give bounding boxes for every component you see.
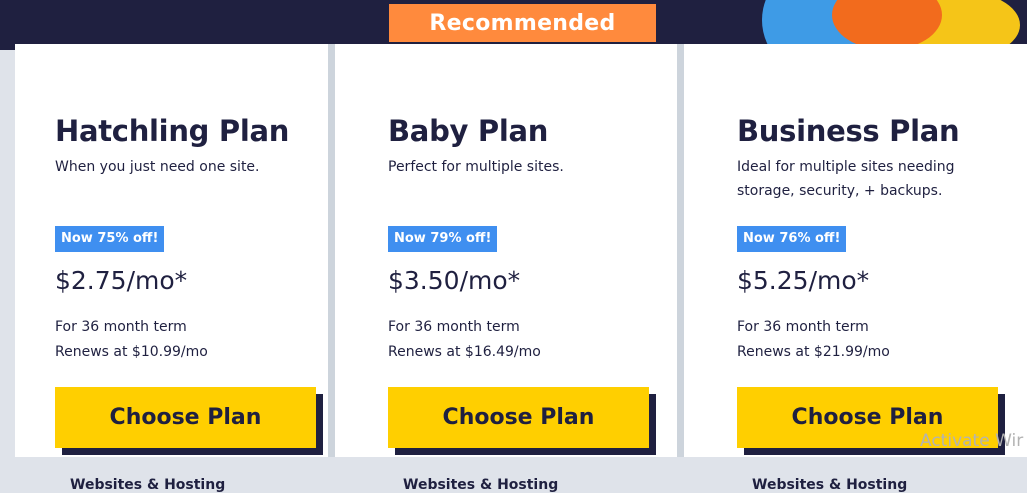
features-heading: Websites & Hosting: [752, 477, 908, 493]
mascot-illustration: [740, 0, 1027, 50]
plan-price: $3.50/mo*: [388, 266, 521, 295]
plan-card-hatchling: Hatchling Plan When you just need one si…: [15, 44, 328, 493]
plan-card-baby: Baby Plan Perfect for multiple sites. No…: [335, 44, 677, 493]
plan-price: $5.25/mo*: [737, 266, 870, 295]
choose-plan-button-baby[interactable]: Choose Plan: [388, 387, 649, 448]
plan-renewal: Renews at $10.99/mo: [55, 344, 208, 360]
plan-renewal: Renews at $21.99/mo: [737, 344, 890, 360]
windows-activation-watermark: Activate Wir: [920, 431, 1024, 451]
plan-title: Business Plan: [737, 114, 960, 148]
plan-term: For 36 month term: [388, 319, 520, 335]
plan-description: When you just need one site.: [55, 159, 260, 175]
plan-term: For 36 month term: [737, 319, 869, 335]
plan-price: $2.75/mo*: [55, 266, 188, 295]
plan-description: Ideal for multiple sites needing storage…: [737, 159, 955, 199]
discount-badge: Now 76% off!: [737, 226, 847, 252]
card-divider: [328, 44, 335, 457]
plan-description: Perfect for multiple sites.: [388, 159, 564, 175]
plan-title: Hatchling Plan: [55, 114, 290, 148]
plan-term: For 36 month term: [55, 319, 187, 335]
features-heading: Websites & Hosting: [70, 477, 226, 493]
features-heading: Websites & Hosting: [403, 477, 559, 493]
plan-card-business: Business Plan Ideal for multiple sites n…: [684, 44, 1027, 493]
choose-plan-button-hatchling[interactable]: Choose Plan: [55, 387, 316, 448]
recommended-ribbon: Recommended: [389, 4, 656, 42]
discount-badge: Now 75% off!: [55, 226, 165, 252]
discount-badge: Now 79% off!: [388, 226, 498, 252]
plan-renewal: Renews at $16.49/mo: [388, 344, 541, 360]
card-divider: [677, 44, 684, 457]
plan-title: Baby Plan: [388, 114, 549, 148]
